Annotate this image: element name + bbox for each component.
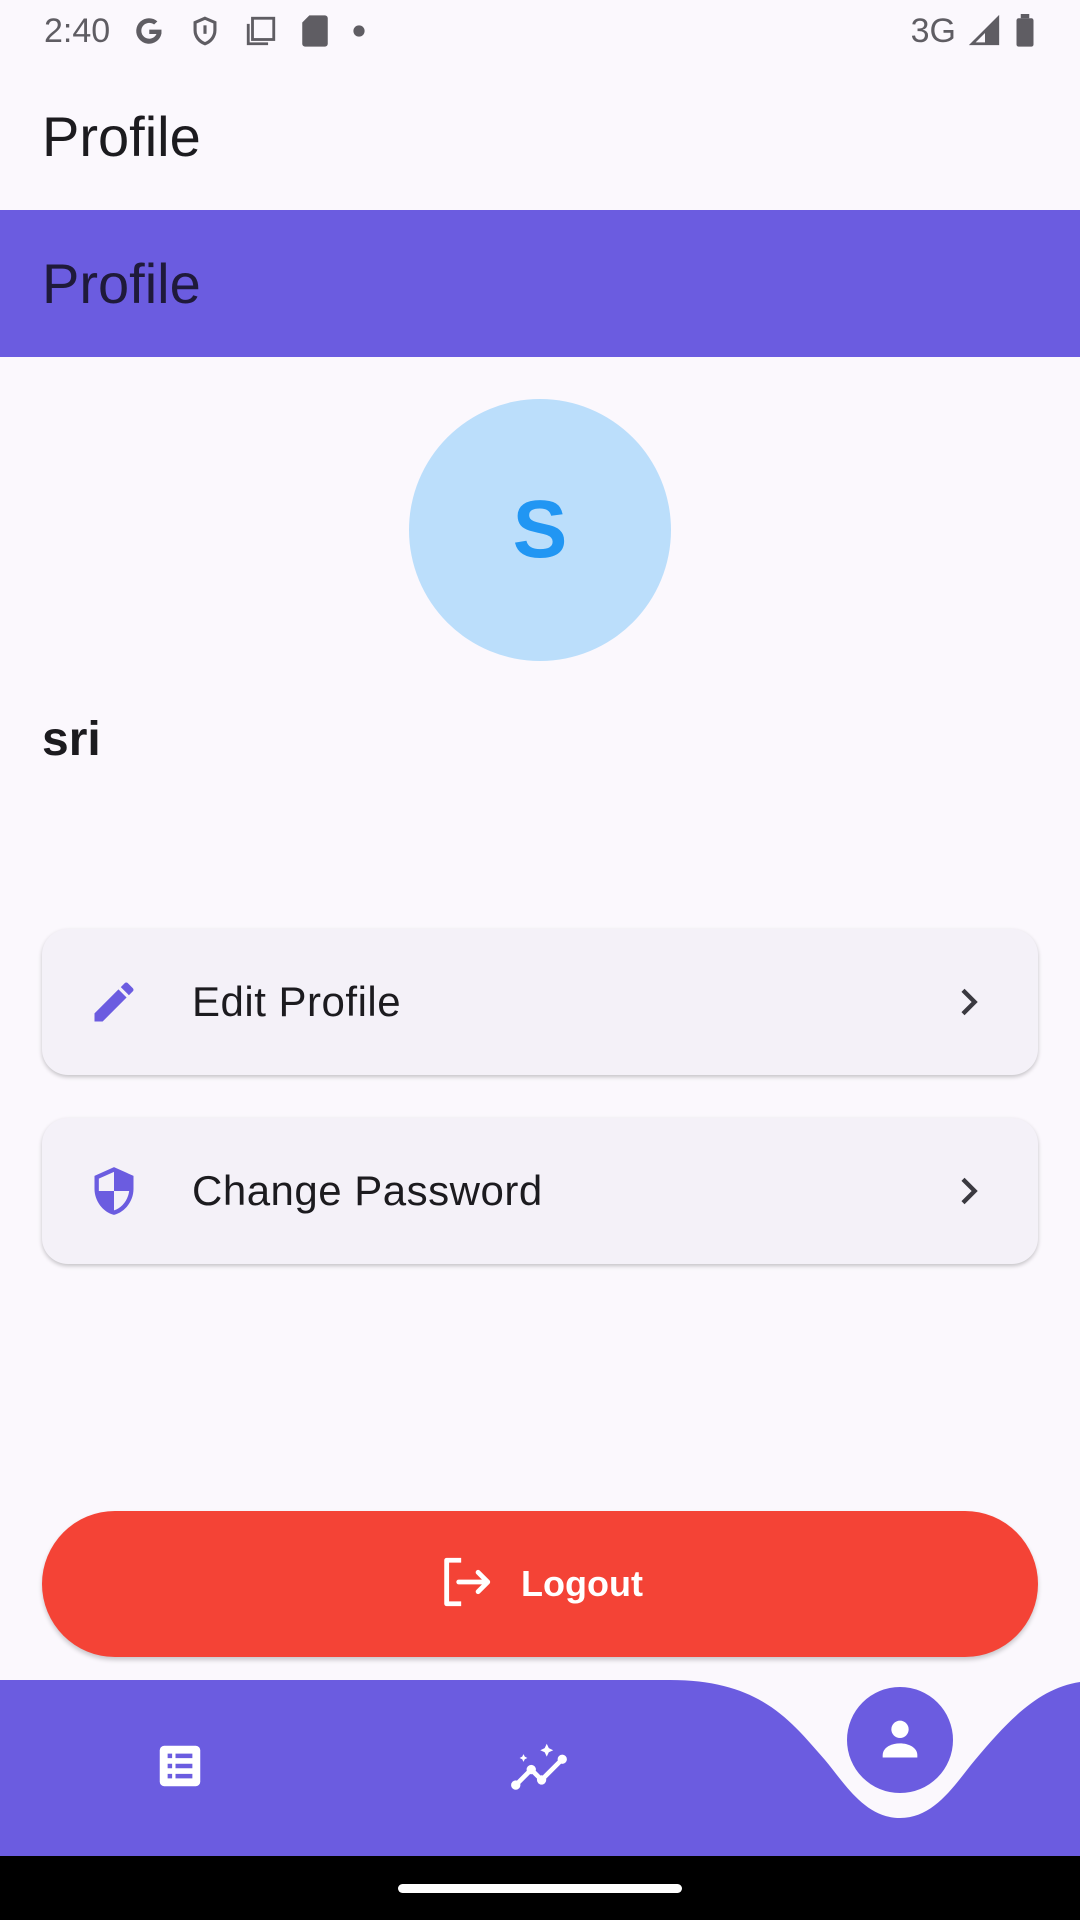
- header-title: Profile: [42, 252, 201, 315]
- chevron-right-icon: [948, 982, 988, 1022]
- app-bar: Profile: [0, 62, 1080, 210]
- chevron-right-icon: [948, 1171, 988, 1211]
- insights-icon: [508, 1736, 570, 1803]
- home-gesture-handle[interactable]: [398, 1884, 682, 1893]
- signal-icon: [968, 14, 1002, 48]
- profile-screen: 2:40 3G Profile Profile S sri Edit Profi…: [0, 0, 1080, 1920]
- clipboard-icon: [244, 14, 278, 48]
- logout-icon: [437, 1553, 495, 1616]
- nav-insights-button[interactable]: [506, 1736, 572, 1802]
- battery-icon: [1014, 14, 1036, 48]
- person-icon: [874, 1712, 926, 1769]
- status-time: 2:40: [44, 11, 111, 50]
- pencil-icon: [88, 976, 140, 1028]
- system-navigation-bar: [0, 1856, 1080, 1920]
- network-type: 3G: [910, 11, 956, 50]
- change-password-label: Change Password: [192, 1167, 543, 1214]
- google-icon: [132, 14, 166, 48]
- shield-icon: [188, 14, 222, 48]
- username: sri: [42, 713, 101, 766]
- nav-list-button[interactable]: [150, 1738, 210, 1798]
- list-icon: [153, 1739, 207, 1798]
- app-bar-title: Profile: [42, 104, 201, 168]
- logout-button[interactable]: Logout: [42, 1511, 1038, 1657]
- avatar-initial: S: [512, 484, 568, 575]
- sd-card-icon: [300, 14, 330, 48]
- edit-profile-label: Edit Profile: [192, 978, 402, 1025]
- logout-label: Logout: [521, 1563, 643, 1604]
- edit-profile-button[interactable]: Edit Profile: [42, 929, 1038, 1075]
- profile-header: Profile: [0, 210, 1080, 357]
- status-bar: 2:40 3G: [0, 0, 1080, 62]
- security-shield-icon: [88, 1165, 140, 1217]
- avatar: S: [409, 399, 671, 661]
- nav-profile-button[interactable]: [847, 1687, 953, 1793]
- change-password-button[interactable]: Change Password: [42, 1118, 1038, 1264]
- dot-icon: [352, 24, 366, 38]
